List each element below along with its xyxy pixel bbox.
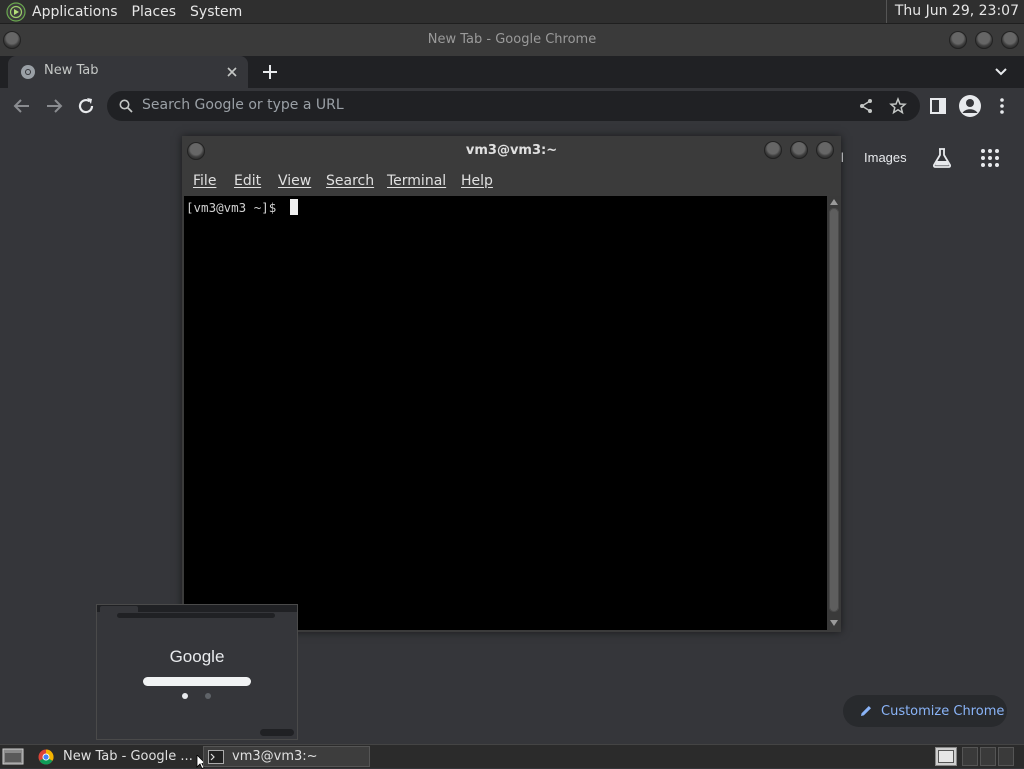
chrome-window-preview-thumbnail[interactable]: Google xyxy=(96,604,298,740)
share-icon[interactable] xyxy=(858,98,874,114)
distro-logo-icon[interactable] xyxy=(6,1,26,22)
chrome-icon xyxy=(38,749,54,765)
tab-new-tab[interactable]: New Tab xyxy=(8,56,248,88)
chrome-close-window-button[interactable] xyxy=(1001,31,1019,49)
terminal-scrollbar-thumb[interactable] xyxy=(829,208,839,612)
taskbar-item-chrome[interactable]: New Tab - Google ... xyxy=(34,746,196,767)
terminal-maximize-button[interactable] xyxy=(790,141,808,159)
customize-chrome-button[interactable]: Customize Chrome xyxy=(843,695,1007,727)
menu-terminal[interactable]: Terminal xyxy=(387,173,446,189)
taskbar-item-chrome-label: New Tab - Google ... xyxy=(63,749,193,764)
images-link[interactable]: Images xyxy=(864,150,907,165)
scroll-up-arrow-icon[interactable] xyxy=(830,199,838,205)
thumb-shortcut-add-icon xyxy=(205,693,211,699)
workspace-switcher-active[interactable] xyxy=(935,747,957,766)
google-apps-grid-icon[interactable] xyxy=(980,148,1000,168)
reload-icon[interactable] xyxy=(76,96,96,116)
terminal-menubar: File Edit View Search Terminal Help xyxy=(182,166,841,196)
terminal-icon xyxy=(208,749,224,764)
terminal-prompt: [vm3@vm3 ~]$ xyxy=(186,200,277,215)
thumb-customize-button xyxy=(260,729,294,736)
tab-search-chevron-down-icon[interactable] xyxy=(993,65,1009,79)
chrome-icon xyxy=(21,65,35,79)
terminal-cursor xyxy=(290,199,298,215)
thumb-google-logo: Google xyxy=(169,647,225,666)
profile-avatar-icon[interactable] xyxy=(958,94,982,118)
terminal-titlebar[interactable]: vm3@vm3:~ xyxy=(182,136,841,166)
places-menu[interactable]: Places xyxy=(132,4,177,20)
menu-file[interactable]: File xyxy=(193,173,216,189)
bookmark-star-icon[interactable] xyxy=(889,97,907,115)
omnibox[interactable]: Search Google or type a URL xyxy=(107,91,920,121)
chrome-toolbar: Search Google or type a URL xyxy=(0,88,1024,124)
taskbar-item-terminal-label: vm3@vm3:~ xyxy=(232,749,318,764)
tab-title: New Tab xyxy=(44,63,99,78)
new-tab-plus-icon[interactable] xyxy=(261,63,279,81)
thumb-search-box xyxy=(143,677,251,686)
pencil-icon xyxy=(861,706,871,716)
applications-menu[interactable]: Applications xyxy=(32,4,118,20)
chrome-minimize-button[interactable] xyxy=(949,31,967,49)
workspace-switcher-3[interactable] xyxy=(980,747,996,766)
thumb-shortcut-icon xyxy=(182,693,188,699)
menu-help[interactable]: Help xyxy=(461,173,493,189)
terminal-window-title: vm3@vm3:~ xyxy=(465,143,558,158)
show-desktop-icon[interactable] xyxy=(2,748,24,765)
terminal-window-menu-button[interactable] xyxy=(187,142,205,160)
terminal-close-button[interactable] xyxy=(816,141,834,159)
chrome-window-title: New Tab - Google Chrome xyxy=(427,32,597,47)
side-panel-icon[interactable] xyxy=(928,96,948,116)
chrome-menu-kebab-icon[interactable] xyxy=(996,96,1008,116)
customize-chrome-label: Customize Chrome xyxy=(881,703,1005,719)
forward-arrow-icon[interactable] xyxy=(44,96,64,116)
terminal-output-area[interactable]: [vm3@vm3 ~]$ xyxy=(184,196,827,630)
menu-edit[interactable]: Edit xyxy=(234,173,261,189)
menu-view[interactable]: View xyxy=(278,173,311,189)
chrome-maximize-button[interactable] xyxy=(975,31,993,49)
back-arrow-icon[interactable] xyxy=(12,96,32,116)
terminal-scrollbar[interactable] xyxy=(827,196,841,630)
workspace-switcher-4[interactable] xyxy=(998,747,1014,766)
panel-clock[interactable]: Thu Jun 29, 23:07 xyxy=(885,0,1024,23)
bottom-taskbar: New Tab - Google ... vm3@vm3:~ xyxy=(0,744,1024,769)
terminal-minimize-button[interactable] xyxy=(764,141,782,159)
taskbar-item-terminal[interactable]: vm3@vm3:~ xyxy=(203,746,370,767)
system-menu[interactable]: System xyxy=(190,4,242,20)
search-icon xyxy=(119,99,133,113)
chrome-tabstrip: New Tab xyxy=(0,56,1024,88)
omnibox-placeholder: Search Google or type a URL xyxy=(142,97,344,113)
tab-close-icon[interactable] xyxy=(225,65,239,79)
labs-flask-icon[interactable] xyxy=(931,147,953,169)
thumb-omnibox xyxy=(117,613,275,618)
chrome-titlebar[interactable]: New Tab - Google Chrome xyxy=(0,24,1024,56)
top-panel: Applications Places System Thu Jun 29, 2… xyxy=(0,0,1024,24)
menu-search[interactable]: Search xyxy=(326,173,374,189)
terminal-window[interactable]: vm3@vm3:~ File Edit View Search Terminal… xyxy=(182,136,841,632)
workspace-switcher-2[interactable] xyxy=(962,747,978,766)
scroll-down-arrow-icon[interactable] xyxy=(830,620,838,626)
chrome-window-menu-button[interactable] xyxy=(3,31,21,49)
